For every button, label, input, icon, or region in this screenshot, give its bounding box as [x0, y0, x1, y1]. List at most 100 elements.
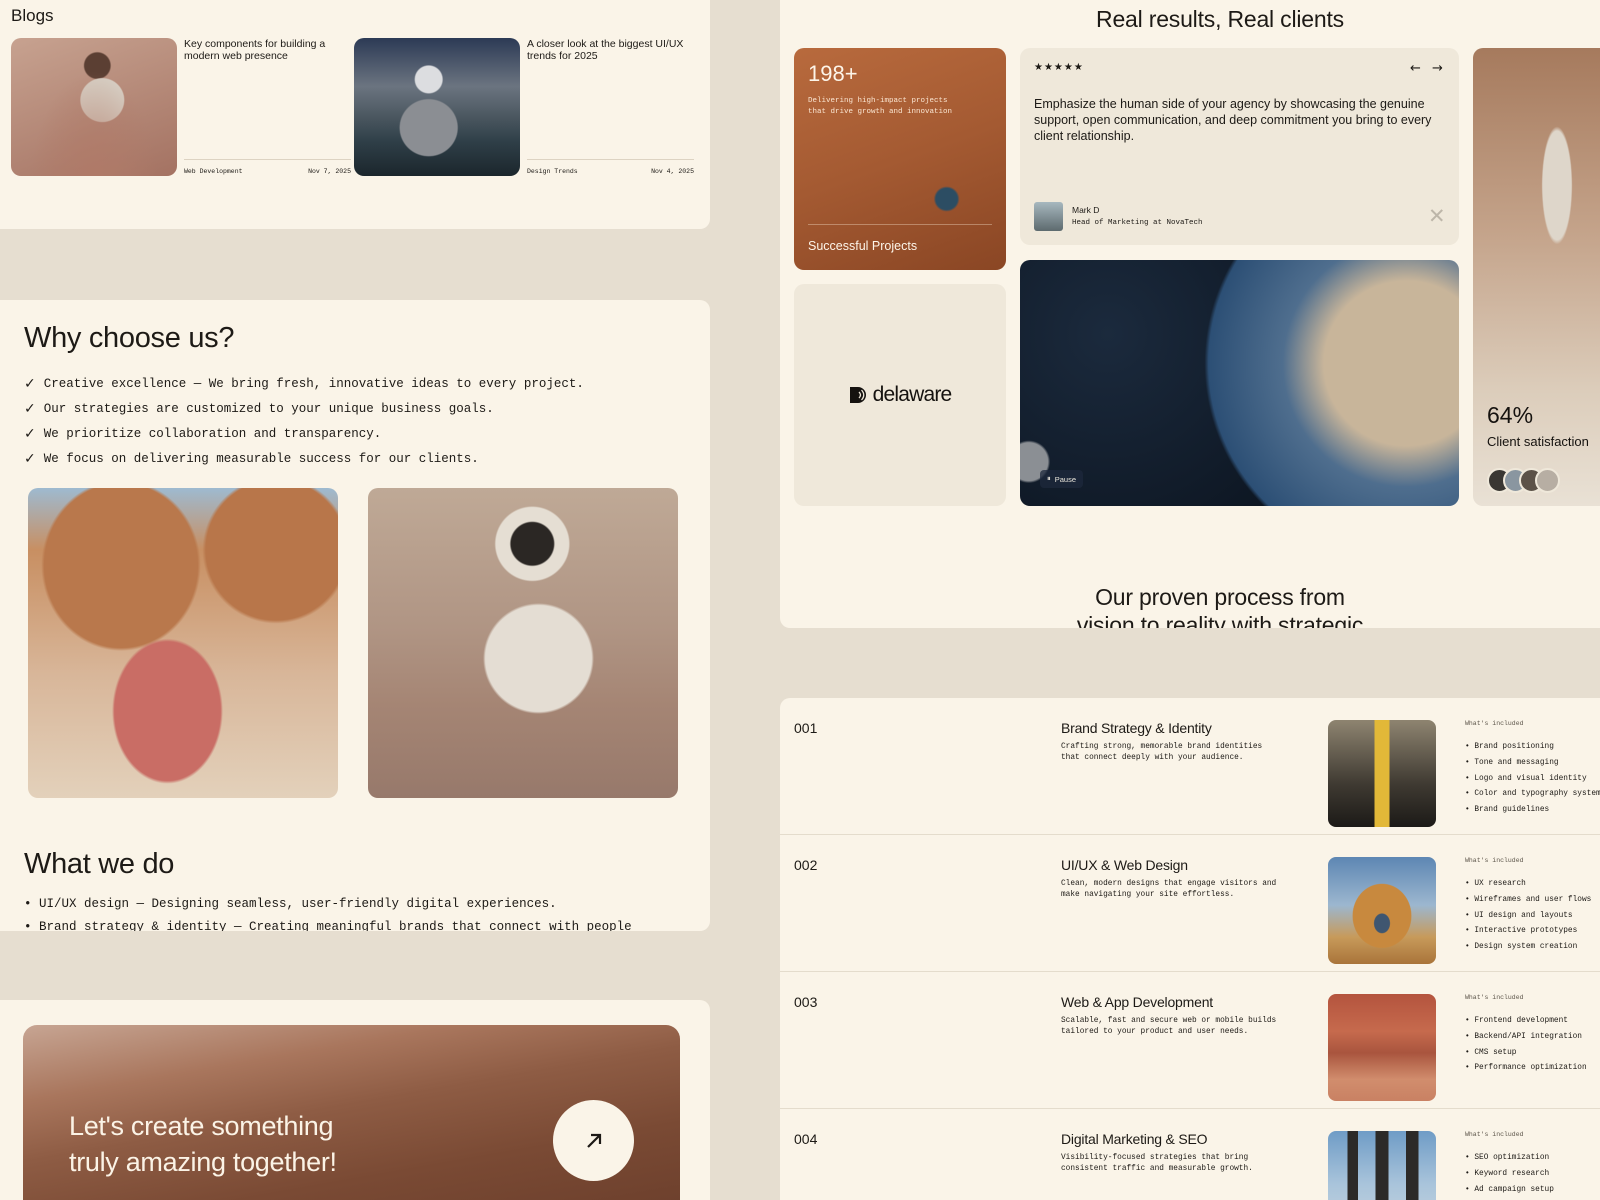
why-choose-us-section: Why choose us? ✓ Creative excellence — We… — [0, 300, 710, 931]
desert-car-image — [28, 488, 338, 798]
arrow-right-icon[interactable]: → — [1432, 61, 1443, 76]
included-item: • Keyword research — [1465, 1169, 1550, 1178]
blog-card[interactable]: Key components for building a modern web… — [11, 38, 351, 176]
rating-stars: ★★★★★ — [1034, 62, 1084, 73]
what-we-do-item: • Brand strategy & identity — Creating m… — [24, 920, 632, 931]
included-item: • UX research — [1465, 880, 1526, 888]
service-number: 003 — [794, 994, 818, 1010]
blog-thumbnail-astronaut[interactable] — [11, 38, 177, 176]
client-logo-card: delaware — [794, 284, 1006, 506]
included-label: What's included — [1465, 994, 1524, 1001]
pause-icon: ⏸ — [1047, 474, 1051, 483]
blog-divider — [527, 159, 694, 160]
stat-label: Successful Projects — [808, 239, 918, 253]
blog-date: Nov 7, 2025 — [308, 168, 351, 175]
process-title: Our proven process from vision to realit… — [780, 583, 1600, 628]
service-description: Clean, modern designs that engage visito… — [1061, 880, 1277, 899]
check-icon: ✓ — [24, 400, 36, 417]
stat-description: Delivering high-impact projects that dri… — [808, 97, 953, 116]
included-item: • CMS setup — [1465, 1048, 1517, 1057]
service-row[interactable]: 003 Web & App Development Scalable, fast… — [780, 972, 1600, 1109]
avatar — [1535, 468, 1560, 493]
cta-section: Let's create something truly amazing tog… — [0, 1000, 710, 1200]
service-row[interactable]: 002 UI/UX & Web Design Clean, modern des… — [780, 835, 1600, 972]
why-item-text: We focus on delivering measurable succes… — [43, 451, 479, 466]
service-number: 004 — [794, 1131, 818, 1147]
included-label: What's included — [1465, 857, 1524, 864]
what-we-do-title: What we do — [24, 848, 175, 880]
cta-heading-line: truly amazing together! — [69, 1147, 337, 1177]
why-list: ✓ Creative excellence — We bring fresh, i… — [24, 371, 584, 471]
why-list-item: ✓ Our strategies are customized to your u… — [24, 396, 584, 421]
why-item-text: Our strategies are customized to your un… — [43, 401, 494, 416]
blog-date: Nov 4, 2025 — [651, 168, 694, 175]
blog-thumbnail-silver-figure[interactable] — [354, 38, 520, 176]
included-list: • Frontend development • Backend/API int… — [1465, 1017, 1587, 1080]
satisfaction-card: 64% Client satisfaction — [1473, 48, 1600, 506]
included-item: • Design system creation — [1465, 943, 1578, 952]
testimonial-role: Head of Marketing at NovaTech — [1072, 219, 1203, 227]
included-label: What's included — [1465, 1131, 1524, 1138]
why-list-item: ✓ Creative excellence — We bring fresh, i… — [24, 371, 584, 396]
service-image-ruins — [1328, 857, 1436, 964]
included-item: • Frontend development — [1465, 1017, 1568, 1025]
testimonial-author: Mark D — [1072, 205, 1100, 215]
what-we-do-list: • UI/UX design — Designing seamless, use… — [24, 897, 632, 931]
blog-category: Design Trends — [527, 168, 578, 175]
included-item: • Brand positioning — [1465, 743, 1554, 751]
service-title: Web & App Development — [1061, 994, 1213, 1010]
service-row[interactable]: 001 Brand Strategy & Identity Crafting s… — [780, 698, 1600, 835]
blog-category: Web Development — [184, 168, 243, 175]
service-title: Brand Strategy & Identity — [1061, 720, 1212, 736]
arrow-left-icon[interactable]: ← — [1410, 61, 1421, 76]
cta-banner: Let's create something truly amazing tog… — [23, 1025, 680, 1200]
service-description: Scalable, fast and secure web or mobile … — [1061, 1017, 1277, 1036]
why-title: Why choose us? — [24, 322, 235, 354]
included-item: • UI design and layouts — [1465, 911, 1573, 920]
process-title-line: Our proven process from — [1095, 584, 1345, 610]
included-item: • SEO optimization — [1465, 1154, 1550, 1162]
service-description: Visibility-focused strategies that bring… — [1061, 1154, 1253, 1173]
check-icon: ✓ — [24, 450, 36, 467]
service-number: 002 — [794, 857, 818, 873]
service-image-monolith — [1328, 720, 1436, 827]
why-list-item: ✓ We focus on delivering measurable succe… — [24, 446, 584, 471]
pause-button[interactable]: ⏸ Pause — [1040, 470, 1084, 488]
blog-title[interactable]: Key components for building a modern web… — [184, 38, 344, 62]
blog-card[interactable]: A closer look at the biggest UI/UX trend… — [354, 38, 694, 176]
why-list-item: ✓ We prioritize collaboration and transpa… — [24, 421, 584, 446]
why-item-text: We prioritize collaboration and transpar… — [43, 426, 382, 441]
included-item: • Brand guidelines — [1465, 806, 1550, 815]
check-icon: ✓ — [24, 425, 36, 442]
cta-arrow-button[interactable] — [553, 1100, 634, 1181]
blog-title[interactable]: A closer look at the biggest UI/UX trend… — [527, 38, 687, 62]
included-item: • Backend/API integration — [1465, 1032, 1582, 1041]
included-list: • Brand positioning • Tone and messaging… — [1465, 743, 1600, 822]
service-row[interactable]: 004 Digital Marketing & SEO Visibility-f… — [780, 1109, 1600, 1200]
check-icon: ✓ — [24, 375, 36, 392]
included-item: • Logo and visual identity — [1465, 774, 1587, 783]
services-section: 001 Brand Strategy & Identity Crafting s… — [780, 698, 1600, 1200]
included-item: • Ad campaign setup — [1465, 1185, 1554, 1194]
astronaut-desert-image — [368, 488, 678, 798]
avatar — [1034, 202, 1063, 231]
satisfaction-number: 64% — [1487, 402, 1534, 428]
included-item: • Tone and messaging — [1465, 758, 1559, 767]
service-image-canyon — [1328, 994, 1436, 1101]
results-title: Real results, Real clients — [1096, 6, 1344, 32]
x-logo-icon: ✕ — [1428, 204, 1446, 228]
cta-heading: Let's create something truly amazing tog… — [69, 1108, 337, 1180]
pause-label: Pause — [1054, 474, 1077, 484]
included-item: • Color and typography system — [1465, 790, 1600, 799]
blog-divider — [184, 159, 351, 160]
service-image-billboards — [1328, 1131, 1436, 1200]
service-description: Crafting strong, memorable brand identit… — [1061, 743, 1263, 762]
why-item-text: Creative excellence — We bring fresh, in… — [43, 376, 584, 391]
included-label: What's included — [1465, 720, 1524, 727]
projects-stat-card: 198+ Delivering high-impact projects tha… — [794, 48, 1006, 270]
included-item: • Wireframes and user flows — [1465, 895, 1592, 904]
client-logo-text: delaware — [872, 383, 953, 406]
delaware-logo-icon — [849, 387, 866, 403]
blogs-section: Blogs Key components for building a mode… — [0, 0, 710, 229]
blogs-title: Blogs — [11, 6, 54, 25]
